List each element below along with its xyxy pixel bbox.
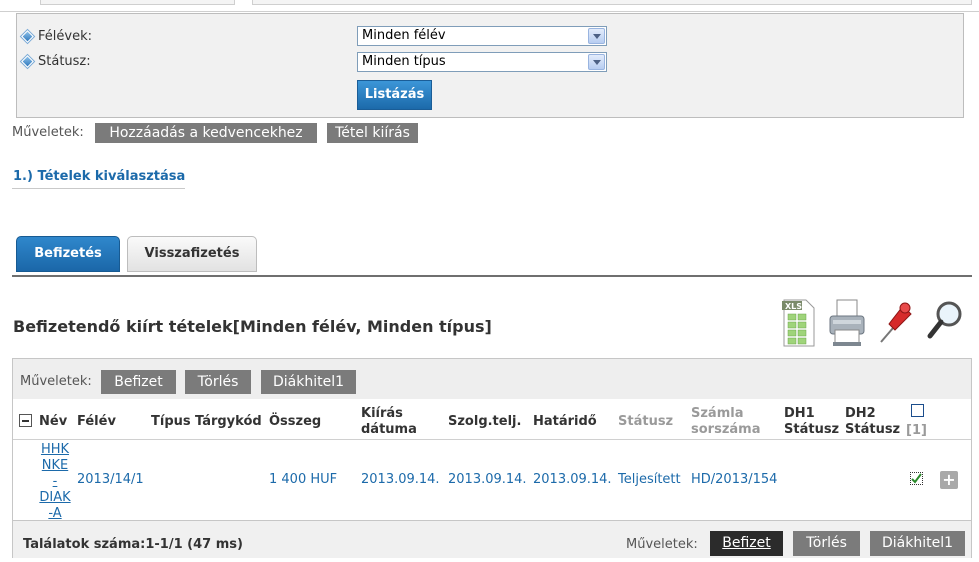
col-invoice[interactable]: Számla sorszáma: [691, 406, 760, 438]
tab-divider: [12, 275, 972, 277]
tab-refund[interactable]: Visszafizetés: [127, 236, 257, 272]
step-underline: [12, 188, 185, 189]
row-status: Teljesített: [618, 472, 681, 487]
col-invoice-line2: sorszáma: [691, 422, 761, 437]
col-dh1-line2: Státusz: [784, 422, 840, 437]
row-service-date: 2013.09.14.: [448, 472, 527, 487]
magnifier-icon[interactable]: [925, 298, 963, 346]
col-amount[interactable]: Összeg: [269, 414, 321, 430]
col-semester[interactable]: Félév: [77, 414, 116, 430]
col-subject-code[interactable]: Tárgykód: [195, 414, 262, 430]
delete-button[interactable]: Törlés: [185, 370, 251, 394]
col-type[interactable]: Típus: [151, 414, 191, 430]
footer-student-loan-button[interactable]: Diákhitel1: [870, 531, 965, 556]
row-amount: 1 400 HUF: [269, 472, 338, 487]
footer-pay-button[interactable]: Befizet: [710, 531, 783, 556]
results-count: Találatok száma:1-1/1 (47 ms): [23, 537, 243, 552]
row-invoice: HD/2013/154: [691, 472, 778, 487]
printer-icon[interactable]: [827, 298, 865, 346]
top-actions-label: Műveletek:: [12, 125, 84, 140]
selected-count: [1]: [906, 423, 927, 438]
pin-icon[interactable]: [875, 298, 913, 346]
filter-panel: Félévek: Minden félév Státusz: Minden tí…: [16, 13, 964, 118]
col-invoice-line1: Számla: [691, 406, 744, 421]
chevron-down-icon[interactable]: [588, 28, 605, 44]
footer-delete-button[interactable]: Törlés: [793, 531, 860, 556]
step-link[interactable]: 1.) Tételek kiválasztása: [13, 169, 185, 184]
semesters-row: Félévek:: [21, 29, 92, 44]
col-dh1-status[interactable]: DH1 Státusz: [784, 406, 839, 438]
grid-footer: Találatok száma:1-1/1 (47 ms) Műveletek:…: [13, 520, 971, 558]
top-tab-stub[interactable]: [40, 0, 235, 5]
col-issue-date-line1: Kiírás: [361, 406, 403, 421]
collapse-all-icon[interactable]: [19, 414, 32, 427]
student-loan-button[interactable]: Diákhitel1: [261, 370, 356, 394]
col-service-date[interactable]: Szolg.telj.: [448, 414, 521, 430]
col-dh2-line1: DH2: [845, 406, 876, 421]
pay-button[interactable]: Befizet: [101, 370, 176, 394]
top-tab-stub-2[interactable]: [252, 0, 972, 5]
diamond-bullet-icon: [21, 30, 34, 43]
header-separator: [13, 439, 971, 440]
semesters-label: Félévek:: [38, 29, 92, 44]
tab-payment[interactable]: Befizetés: [16, 236, 120, 272]
status-select[interactable]: Minden típus: [357, 52, 607, 72]
list-button[interactable]: Listázás: [357, 80, 432, 110]
section-title: Befizetendő kiírt tételek[Minden félév, …: [13, 317, 492, 336]
xls-export-icon[interactable]: XLS: [780, 298, 818, 347]
col-issue-date-line2: dátuma: [361, 422, 417, 437]
add-favorites-button[interactable]: Hozzáadás a kedvencekhez: [95, 123, 317, 143]
row-name-line: -: [52, 474, 58, 489]
col-name[interactable]: Név: [39, 414, 67, 430]
row-issue-date: 2013.09.14.: [361, 472, 440, 487]
svg-text:XLS: XLS: [785, 302, 802, 311]
semesters-select-value: Minden félév: [362, 28, 446, 43]
chevron-down-icon[interactable]: [588, 54, 605, 70]
row-semester: 2013/14/1: [77, 472, 144, 487]
select-all-checkbox[interactable]: [911, 404, 924, 417]
grid-toolbar: Műveletek: Befizet Törlés Diákhitel1: [13, 359, 971, 399]
col-deadline[interactable]: Határidő: [533, 414, 597, 430]
col-status[interactable]: Státusz: [618, 414, 673, 430]
results-grid: Műveletek: Befizet Törlés Diákhitel1 Név…: [12, 358, 972, 558]
col-dh2-status[interactable]: DH2 Státusz: [845, 406, 900, 438]
expand-row-icon[interactable]: +: [940, 471, 958, 489]
row-name-line: NKE: [41, 458, 69, 473]
col-dh2-line2: Státusz: [845, 422, 901, 437]
row-name-line: HHK: [40, 442, 70, 457]
col-issue-date[interactable]: Kiírás dátuma: [361, 406, 417, 438]
grid-actions-label: Műveletek:: [20, 374, 92, 389]
item-print-button[interactable]: Tétel kiírás: [327, 123, 418, 143]
status-row: Státusz:: [21, 54, 91, 69]
row-name-link[interactable]: HHK NKE - DIAK -A: [39, 442, 71, 522]
row-checkbox[interactable]: [910, 472, 923, 485]
col-dh1-line1: DH1: [784, 406, 815, 421]
footer-actions-label: Műveletek:: [626, 537, 698, 552]
semesters-select[interactable]: Minden félév: [357, 26, 607, 46]
row-name-line: DIAK: [39, 490, 71, 505]
status-select-value: Minden típus: [362, 54, 446, 69]
status-label: Státusz:: [38, 54, 91, 69]
row-deadline: 2013.09.14.: [533, 472, 612, 487]
diamond-bullet-icon: [21, 55, 34, 68]
